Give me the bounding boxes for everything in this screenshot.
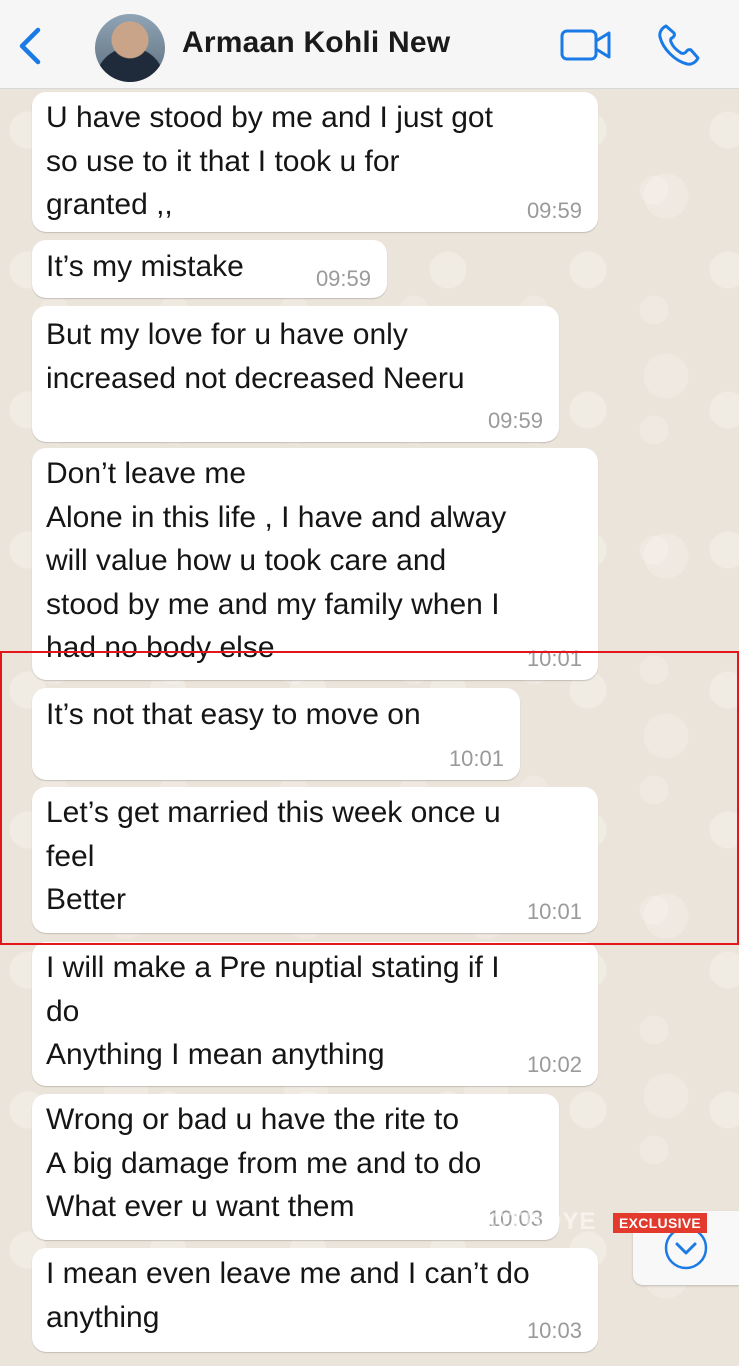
message-bubble[interactable]: Let’s get married this week once u feel …: [32, 787, 598, 933]
contact-name[interactable]: Armaan Kohli New: [182, 26, 450, 60]
message-bubble[interactable]: U have stood by me and I just got so use…: [32, 92, 598, 232]
message-text: But my love for u have only increased no…: [46, 318, 465, 395]
phone-icon: [658, 24, 700, 66]
message-time: 10:03: [526, 1318, 582, 1343]
message-bubble[interactable]: Don’t leave me Alone in this life , I ha…: [32, 448, 598, 680]
message-text: I will make a Pre nuptial stating if I d…: [46, 951, 500, 1071]
chevron-left-icon: [19, 27, 41, 65]
message-time: 10:01: [526, 899, 582, 924]
message-time: 09:59: [487, 408, 543, 433]
message-bubble[interactable]: It’s not that easy to move on 10:01: [32, 688, 520, 780]
back-button[interactable]: [14, 26, 50, 66]
video-camera-icon: [560, 29, 611, 61]
message-time: 09:59: [315, 266, 371, 291]
message-text: Don’t leave me Alone in this life , I ha…: [46, 457, 507, 664]
chat-header: Armaan Kohli New: [0, 0, 739, 89]
message-time: 10:01: [526, 646, 582, 671]
exclusive-badge: EXCLUSIVE: [613, 1213, 708, 1233]
message-time: 10:01: [448, 746, 504, 771]
voice-call-button[interactable]: [656, 22, 702, 68]
message-text: It’s not that easy to move on: [46, 698, 421, 731]
message-time: 10:02: [526, 1052, 582, 1077]
message-bubble[interactable]: It’s my mistake 09:59: [32, 240, 387, 298]
avatar[interactable]: [95, 14, 165, 82]
message-bubble[interactable]: But my love for u have only increased no…: [32, 306, 559, 442]
message-bubble[interactable]: I mean even leave me and I can’t do anyt…: [32, 1248, 598, 1352]
message-bubble[interactable]: I will make a Pre nuptial stating if I d…: [32, 942, 598, 1086]
message-text: U have stood by me and I just got so use…: [46, 101, 493, 221]
video-call-button[interactable]: [560, 28, 612, 62]
message-text: Let’s get married this week once u feel …: [46, 796, 501, 916]
message-time: 09:59: [526, 198, 582, 223]
watermark: SPOTBOYE: [455, 1208, 597, 1235]
message-text: I mean even leave me and I can’t do anyt…: [46, 1257, 530, 1334]
